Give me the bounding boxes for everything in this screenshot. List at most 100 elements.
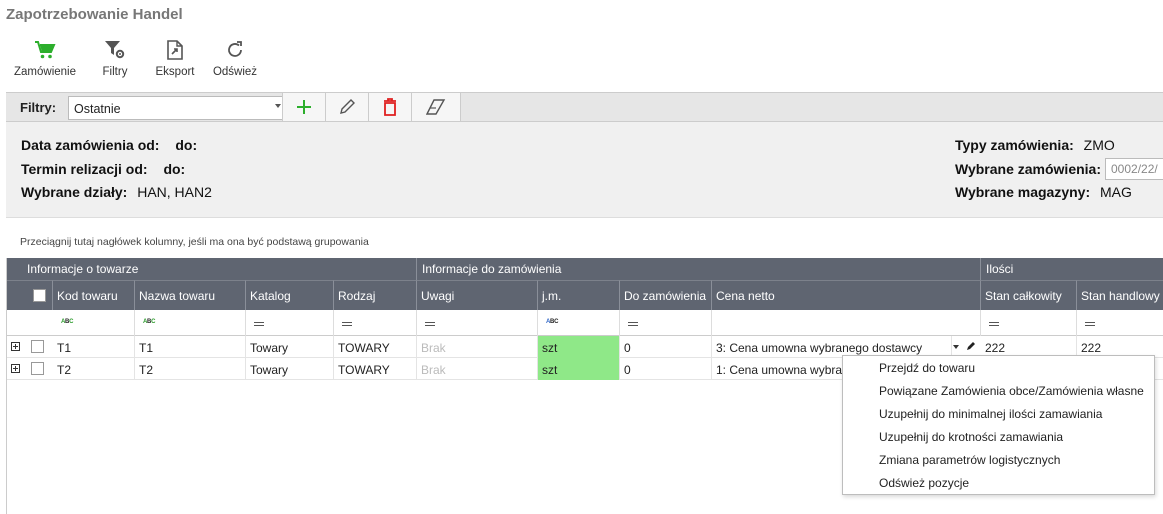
filter-uwagi[interactable] [417,310,538,336]
delete-icon [384,98,396,116]
filter-cena[interactable] [712,310,981,336]
text-filter-icon: ABC [61,319,74,325]
add-filter-button[interactable] [282,93,326,121]
filter-rodzaj[interactable] [334,310,417,336]
col-stan-calkowity[interactable]: Stan całkowity [981,280,1077,310]
term-date-row: Termin relizacji od: do: [21,161,185,177]
filter-settings-icon [104,38,126,62]
chevron-down-icon [275,104,281,108]
filter-stan-calk[interactable] [981,310,1077,336]
cell-jm[interactable]: szt [538,358,620,380]
refresh-button-label: Odśwież [212,66,258,78]
filters-label: Filtry: [20,100,57,115]
refresh-button[interactable]: Odśwież [208,38,262,84]
text-filter-icon: ABC [143,319,156,325]
order-types-value: ZMO [1083,137,1115,153]
chevron-down-icon[interactable] [953,345,959,349]
cell-katalog: Towary [246,336,334,358]
eraser-icon [426,99,446,115]
add-icon [297,100,311,114]
col-katalog[interactable]: Katalog [246,280,334,310]
filter-katalog[interactable] [246,310,334,336]
departments-row: Wybrane działy: HAN, HAN2 [21,184,212,200]
order-date-to-label: do: [175,137,198,153]
export-button[interactable]: Eksport [150,38,200,84]
cell-do-zamowienia[interactable]: 0 [620,358,712,380]
delete-filter-button[interactable] [368,93,412,121]
menu-item-refresh-items[interactable]: Odśwież pozycje [879,476,969,490]
order-button[interactable]: Zamówienie [8,38,82,84]
context-menu: Przejdź do towaru Powiązane Zamówienia o… [842,355,1155,495]
text-filter-icon: ABC [546,319,559,325]
clear-filter-button[interactable] [411,93,461,121]
term-to-label: do: [163,161,186,177]
order-types-row: Typy zamówienia: ZMO [955,137,1115,153]
order-button-label: Zamówienie [14,66,76,78]
band-product-info: Informacje o towarze [7,258,417,280]
info-panel: Data zamówienia od: do: Termin relizacji… [6,122,1163,218]
equals-icon [1085,322,1095,326]
cell-uwagi[interactable]: Brak [417,358,538,380]
filter-jm[interactable]: ABC [538,310,620,336]
select-all-checkbox[interactable] [33,289,46,302]
order-types-label: Typy zamówienia: [955,137,1074,153]
menu-item-fill-multiple[interactable]: Uzupełnij do krotności zamawiania [879,430,1063,444]
cell-do-zamowienia[interactable]: 0 [620,336,712,358]
cell-nazwa: T1 [135,336,246,358]
row-checkbox[interactable] [31,362,44,375]
equals-icon [342,322,352,326]
col-cena-netto[interactable]: Cena netto [712,280,981,310]
col-nazwa-towaru[interactable]: Nazwa towaru [135,280,246,310]
band-order-info: Informacje do zamówienia [417,258,981,280]
equals-icon [989,322,999,326]
row-checkbox[interactable] [31,340,44,353]
refresh-icon [225,38,245,62]
filter-nazwa[interactable]: ABC [135,310,246,336]
filters-button[interactable]: Filtry [94,38,136,84]
cell-uwagi[interactable]: Brak [417,336,538,358]
selected-orders-row: Wybrane zamówienia: [955,161,1101,177]
col-jm[interactable]: j.m. [538,280,620,310]
col-kod-towaru[interactable]: Kod towaru [53,280,135,310]
selected-orders-field[interactable]: 0002/22/ [1105,158,1163,180]
order-date-from-label: Data zamówienia od: [21,137,160,153]
col-rodzaj[interactable]: Rodzaj [334,280,417,310]
cell-kod: T2 [53,358,135,380]
export-button-label: Eksport [155,66,195,78]
filter-do-zamowienia[interactable] [620,310,712,336]
equals-icon [254,322,264,326]
edit-icon[interactable] [965,340,977,352]
edit-icon [340,99,355,114]
col-stan-handlowy[interactable]: Stan handlowy [1077,280,1163,310]
menu-item-related-orders[interactable]: Powiązane Zamówienia obce/Zamówienia wła… [879,384,1144,398]
band-quantities: Ilości [981,258,1163,280]
term-from-label: Termin relizacji od: [21,161,148,177]
group-by-hint: Przeciągnij tutaj nagłówek kolumny, jeśl… [20,236,369,248]
filters-button-label: Filtry [102,66,128,78]
warehouses-row: Wybrane magazyny: MAG [955,184,1132,200]
page-title: Zapotrzebowanie Handel [6,6,183,23]
filter-select[interactable]: Ostatnie [68,96,286,120]
cell-jm[interactable]: szt [538,336,620,358]
expand-icon[interactable] [11,364,20,373]
cell-nazwa: T2 [135,358,246,380]
order-date-row: Data zamówienia od: do: [21,137,197,153]
expand-icon[interactable] [11,342,20,351]
cell-kod: T1 [53,336,135,358]
equals-icon [628,322,638,326]
warehouses-value: MAG [1100,184,1132,200]
filter-stan-handl[interactable] [1077,310,1163,336]
menu-item-logistic-params[interactable]: Zmiana parametrów logistycznych [879,453,1060,467]
cart-icon [34,38,56,62]
col-uwagi[interactable]: Uwagi [417,280,538,310]
col-do-zamowienia[interactable]: Do zamówienia [620,280,712,310]
menu-item-go-to-product[interactable]: Przejdź do towaru [879,361,975,375]
filter-kod[interactable]: ABC [53,310,135,336]
selected-orders-label: Wybrane zamówienia: [955,161,1102,177]
menu-item-fill-minimum[interactable]: Uzupełnij do minimalnej ilości zamawiani… [879,407,1102,421]
edit-filter-button[interactable] [325,93,369,121]
warehouses-label: Wybrane magazyny: [955,184,1091,200]
departments-value: HAN, HAN2 [137,184,212,200]
filter-select-value: Ostatnie [74,102,121,116]
cell-rodzaj: TOWARY [334,358,417,380]
